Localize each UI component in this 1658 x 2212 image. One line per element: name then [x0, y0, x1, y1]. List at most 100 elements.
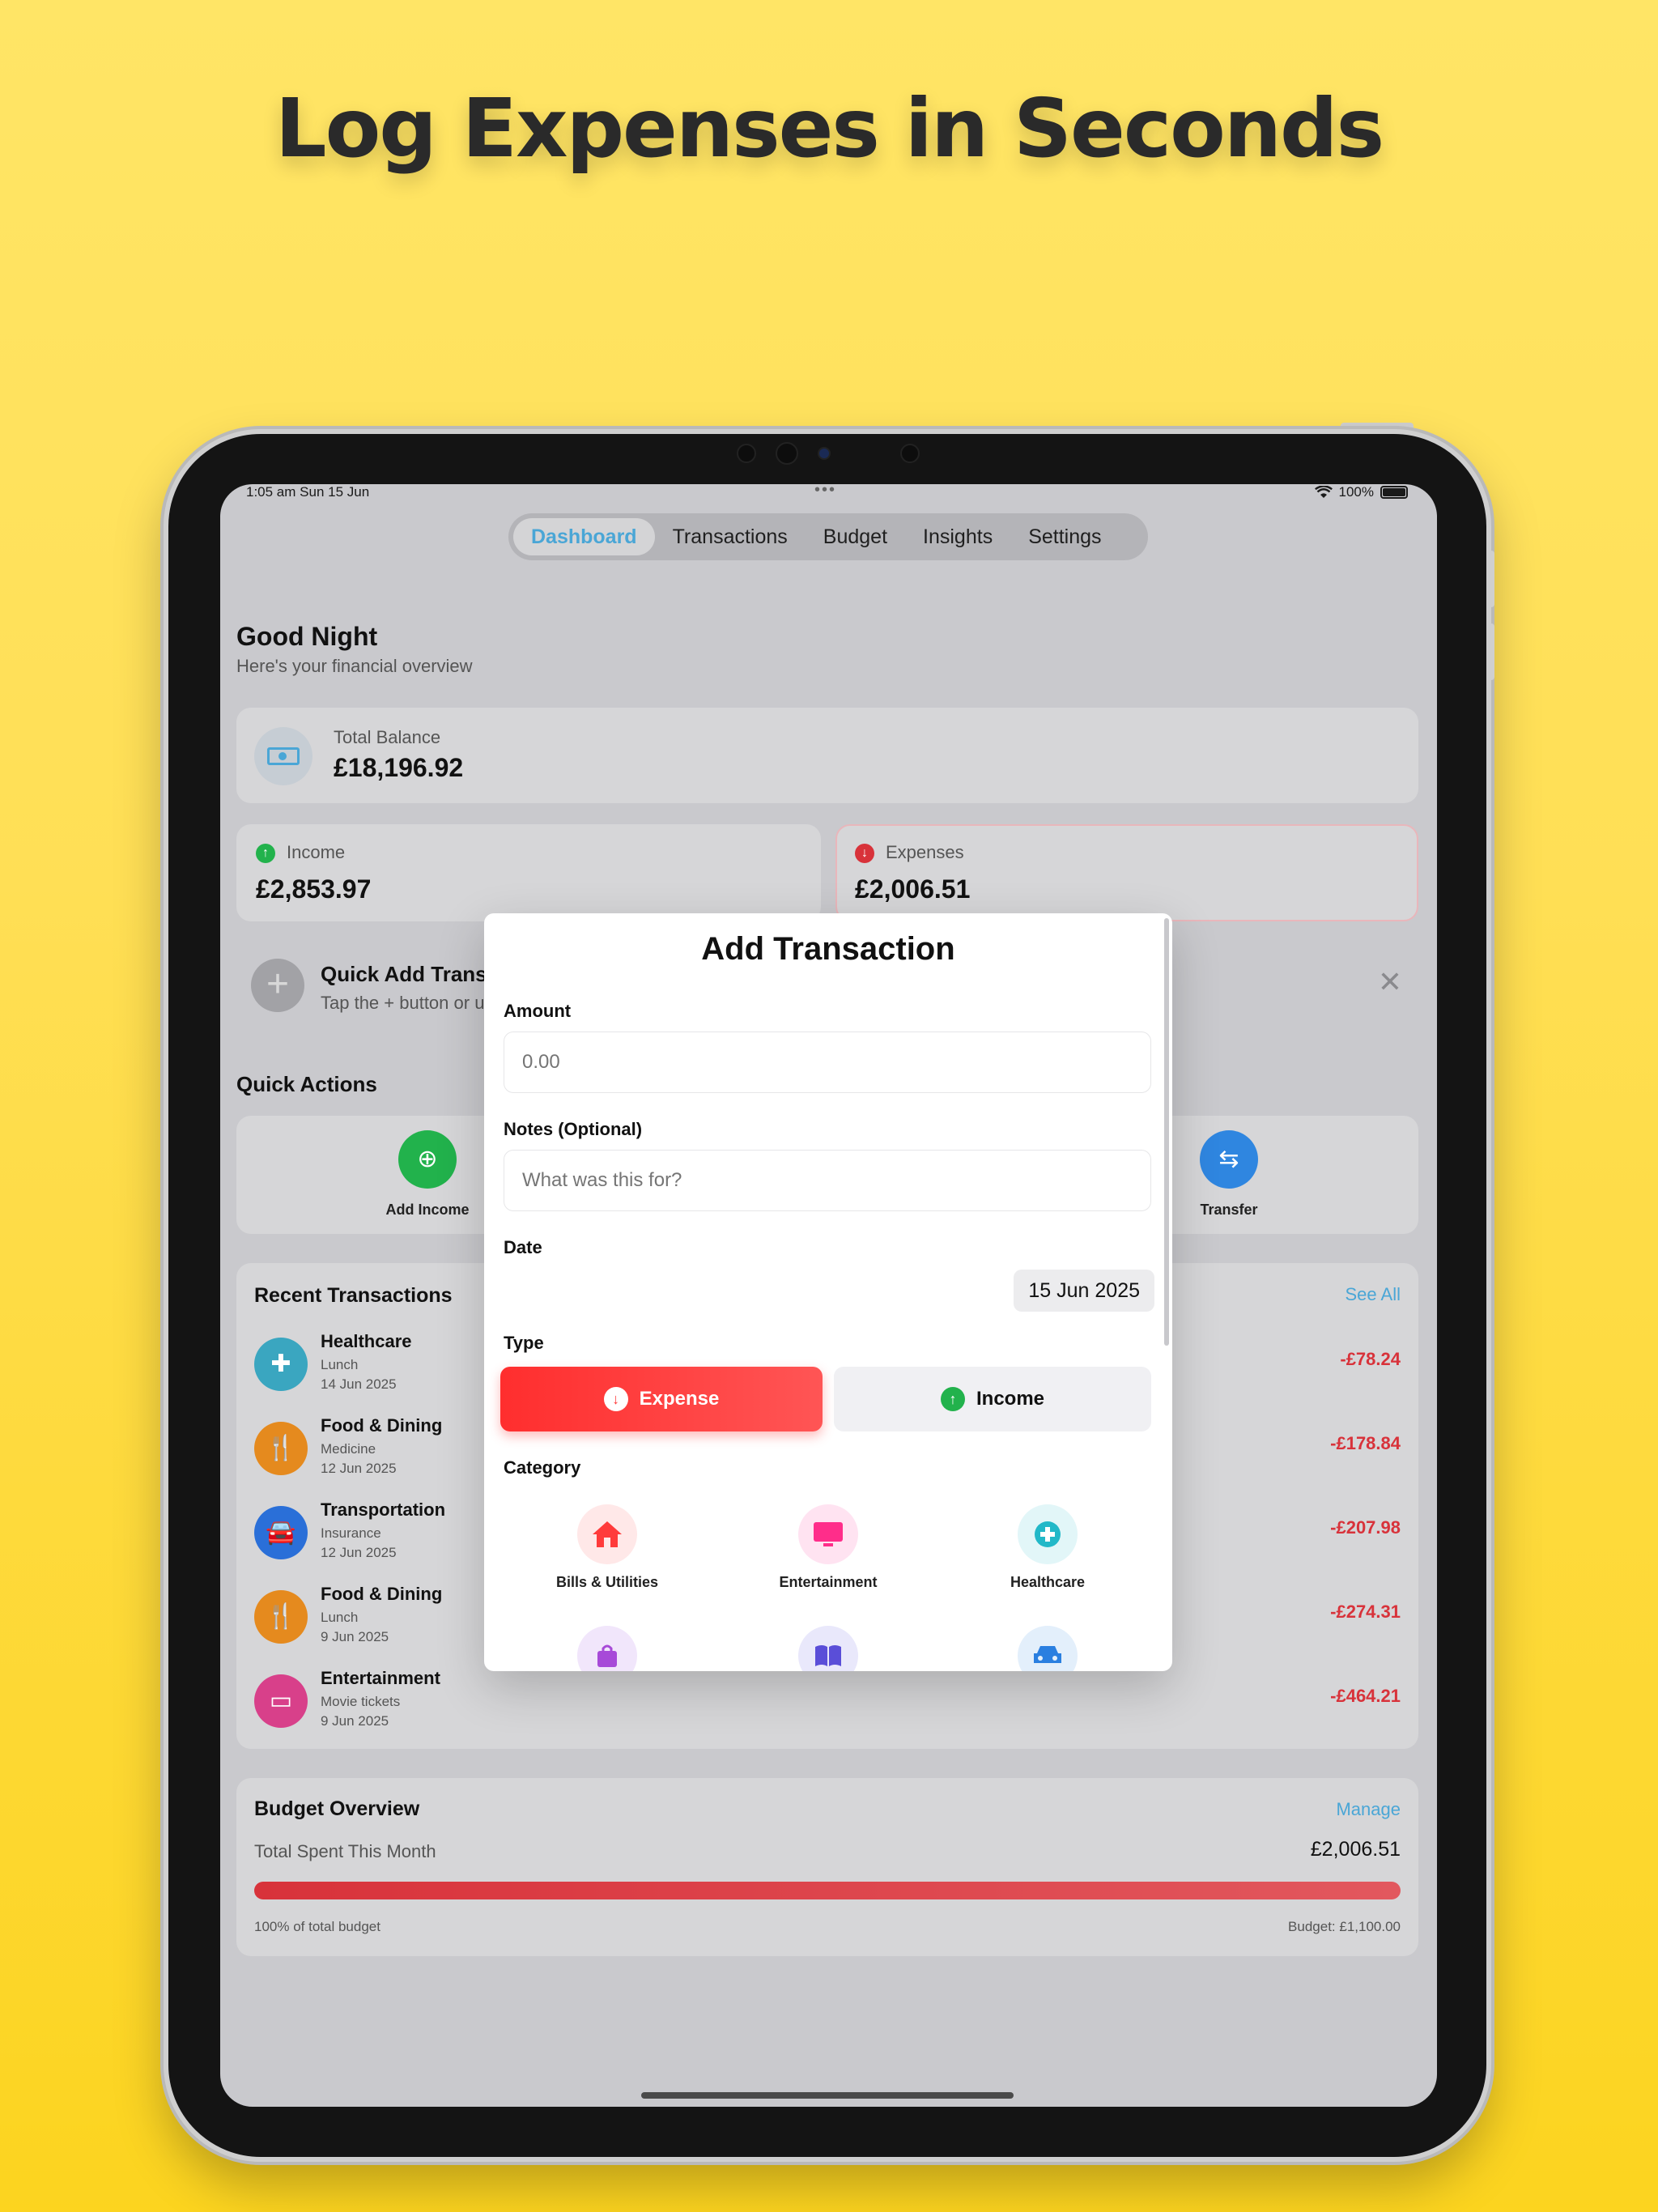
quick-add-subtitle: Tap the + button or u: [321, 993, 485, 1013]
add-transaction-modal: Add Transaction Amount Notes (Optional) …: [484, 913, 1172, 1671]
amount-label: Amount: [504, 1001, 572, 1021]
transaction-note: Lunch: [321, 1357, 359, 1372]
book-icon: [798, 1626, 858, 1671]
tab-dashboard[interactable]: Dashboard: [513, 518, 655, 555]
greeting-title: Good Night: [236, 622, 378, 651]
plus-circle-icon: ⊕: [398, 1130, 457, 1189]
transfer-icon: ⇆: [1200, 1130, 1258, 1189]
transaction-date: 14 Jun 2025: [321, 1376, 397, 1392]
transaction-row[interactable]: ▭ Entertainment Movie tickets 9 Jun 2025…: [254, 1663, 1401, 1736]
modal-scrollbar[interactable]: [1164, 918, 1169, 1346]
transaction-name: Entertainment: [321, 1668, 440, 1688]
plus-icon: +: [251, 959, 304, 1012]
tab-settings[interactable]: Settings: [1010, 518, 1119, 555]
transfer-button[interactable]: ⇆ Transfer: [1164, 1116, 1294, 1219]
transaction-note: Medicine: [321, 1441, 376, 1457]
balance-label: Total Balance: [334, 727, 441, 747]
income-label: Income: [287, 842, 346, 862]
add-income-label: Add Income: [385, 1202, 470, 1218]
camera-indicator: [818, 447, 831, 460]
close-icon[interactable]: ✕: [1378, 965, 1402, 999]
status-bar: 1:05 am Sun 15 Jun ••• 100%: [220, 484, 1437, 502]
expenses-card[interactable]: ↓ Expenses £2,006.51: [835, 824, 1418, 921]
transaction-note: Insurance: [321, 1525, 381, 1541]
notes-input[interactable]: [504, 1150, 1151, 1211]
transaction-name: Food & Dining: [321, 1415, 443, 1436]
arrow-down-circle-icon: ↓: [603, 1387, 628, 1411]
house-icon: [577, 1504, 637, 1564]
budget-overview-card: Budget Overview Manage Total Spent This …: [236, 1778, 1418, 1956]
headline: Log Expenses in Seconds: [274, 81, 1384, 176]
car-icon: [1018, 1626, 1078, 1671]
expense-type-button[interactable]: ↓ Expense: [500, 1367, 823, 1431]
transaction-amount: -£464.21: [1330, 1686, 1401, 1706]
device-volume-up: [1488, 551, 1494, 607]
category-shopping[interactable]: [526, 1626, 688, 1671]
income-amount: £2,853.97: [256, 874, 372, 904]
top-tab-bar: Dashboard Transactions Budget Insights S…: [508, 513, 1148, 560]
category-transportation[interactable]: [967, 1626, 1129, 1671]
quick-add-title: Quick Add Transac: [321, 962, 511, 986]
battery-icon: [1380, 486, 1408, 499]
transaction-date: 9 Jun 2025: [321, 1629, 389, 1644]
tab-transactions[interactable]: Transactions: [655, 518, 806, 555]
category-entertainment[interactable]: Entertainment: [747, 1504, 909, 1591]
notes-label: Notes (Optional): [504, 1119, 643, 1139]
home-indicator[interactable]: [641, 2092, 1014, 2099]
medical-cross-icon: [1018, 1504, 1078, 1564]
add-income-button[interactable]: ⊕ Add Income: [363, 1116, 492, 1219]
transfer-label: Transfer: [1200, 1202, 1258, 1218]
income-type-button[interactable]: ↑ Income: [834, 1367, 1151, 1431]
wifi-icon: [1314, 486, 1333, 498]
transaction-name: Transportation: [321, 1499, 446, 1520]
app-screen: 1:05 am Sun 15 Jun ••• 100% Dashboard Tr…: [220, 484, 1437, 2107]
total-balance-card[interactable]: Total Balance £18,196.92: [236, 708, 1418, 803]
multitask-dots-icon[interactable]: •••: [814, 484, 836, 500]
transaction-amount: -£274.31: [1330, 1602, 1401, 1622]
transaction-name: Healthcare: [321, 1331, 412, 1351]
transaction-amount: -£178.84: [1330, 1433, 1401, 1453]
transaction-name: Food & Dining: [321, 1584, 443, 1604]
tab-insights[interactable]: Insights: [905, 518, 1010, 555]
budget-progress-bar: [254, 1882, 1401, 1899]
amount-input[interactable]: [504, 1032, 1151, 1093]
tv-icon: ▭: [254, 1674, 308, 1728]
device-volume-down: [1488, 623, 1494, 680]
budget-limit-label: Budget: £1,100.00: [1288, 1919, 1401, 1934]
modal-title: Add Transaction: [701, 931, 955, 967]
shopping-bag-icon: [577, 1626, 637, 1671]
income-card[interactable]: ↑ Income £2,853.97: [236, 824, 821, 921]
category-label: Category: [504, 1457, 581, 1478]
date-label: Date: [504, 1237, 542, 1257]
expenses-label: Expenses: [886, 842, 964, 862]
arrow-up-icon: ↑: [256, 844, 275, 863]
transaction-note: Movie tickets: [321, 1694, 401, 1709]
medical-cross-icon: ✚: [254, 1338, 308, 1391]
transaction-note: Lunch: [321, 1610, 359, 1625]
see-all-link[interactable]: See All: [1346, 1284, 1401, 1305]
budget-percent-label: 100% of total budget: [254, 1919, 380, 1934]
sensor: [900, 444, 920, 463]
sensor: [737, 444, 756, 463]
transaction-date: 9 Jun 2025: [321, 1713, 389, 1729]
spent-label: Total Spent This Month: [254, 1841, 436, 1861]
category-bills-utilities[interactable]: Bills & Utilities: [526, 1504, 688, 1591]
date-picker[interactable]: 15 Jun 2025: [1014, 1270, 1154, 1312]
camera: [776, 442, 798, 465]
status-time: 1:05 am Sun 15 Jun: [246, 484, 370, 500]
transaction-date: 12 Jun 2025: [321, 1461, 397, 1476]
manage-link[interactable]: Manage: [1336, 1799, 1401, 1820]
greeting-subtitle: Here's your financial overview: [236, 656, 473, 676]
car-icon: 🚘: [254, 1506, 308, 1559]
budget-overview-title: Budget Overview: [254, 1797, 420, 1820]
type-label: Type: [504, 1333, 544, 1353]
category-label-text: Entertainment: [779, 1574, 878, 1590]
category-label-text: Bills & Utilities: [555, 1574, 659, 1590]
category-healthcare[interactable]: Healthcare: [967, 1504, 1129, 1591]
income-type-label: Income: [976, 1388, 1045, 1410]
tab-budget[interactable]: Budget: [806, 518, 905, 555]
expenses-amount: £2,006.51: [855, 874, 971, 904]
balance-amount: £18,196.92: [334, 753, 464, 782]
category-education[interactable]: [747, 1626, 909, 1671]
transaction-amount: -£207.98: [1330, 1517, 1401, 1538]
